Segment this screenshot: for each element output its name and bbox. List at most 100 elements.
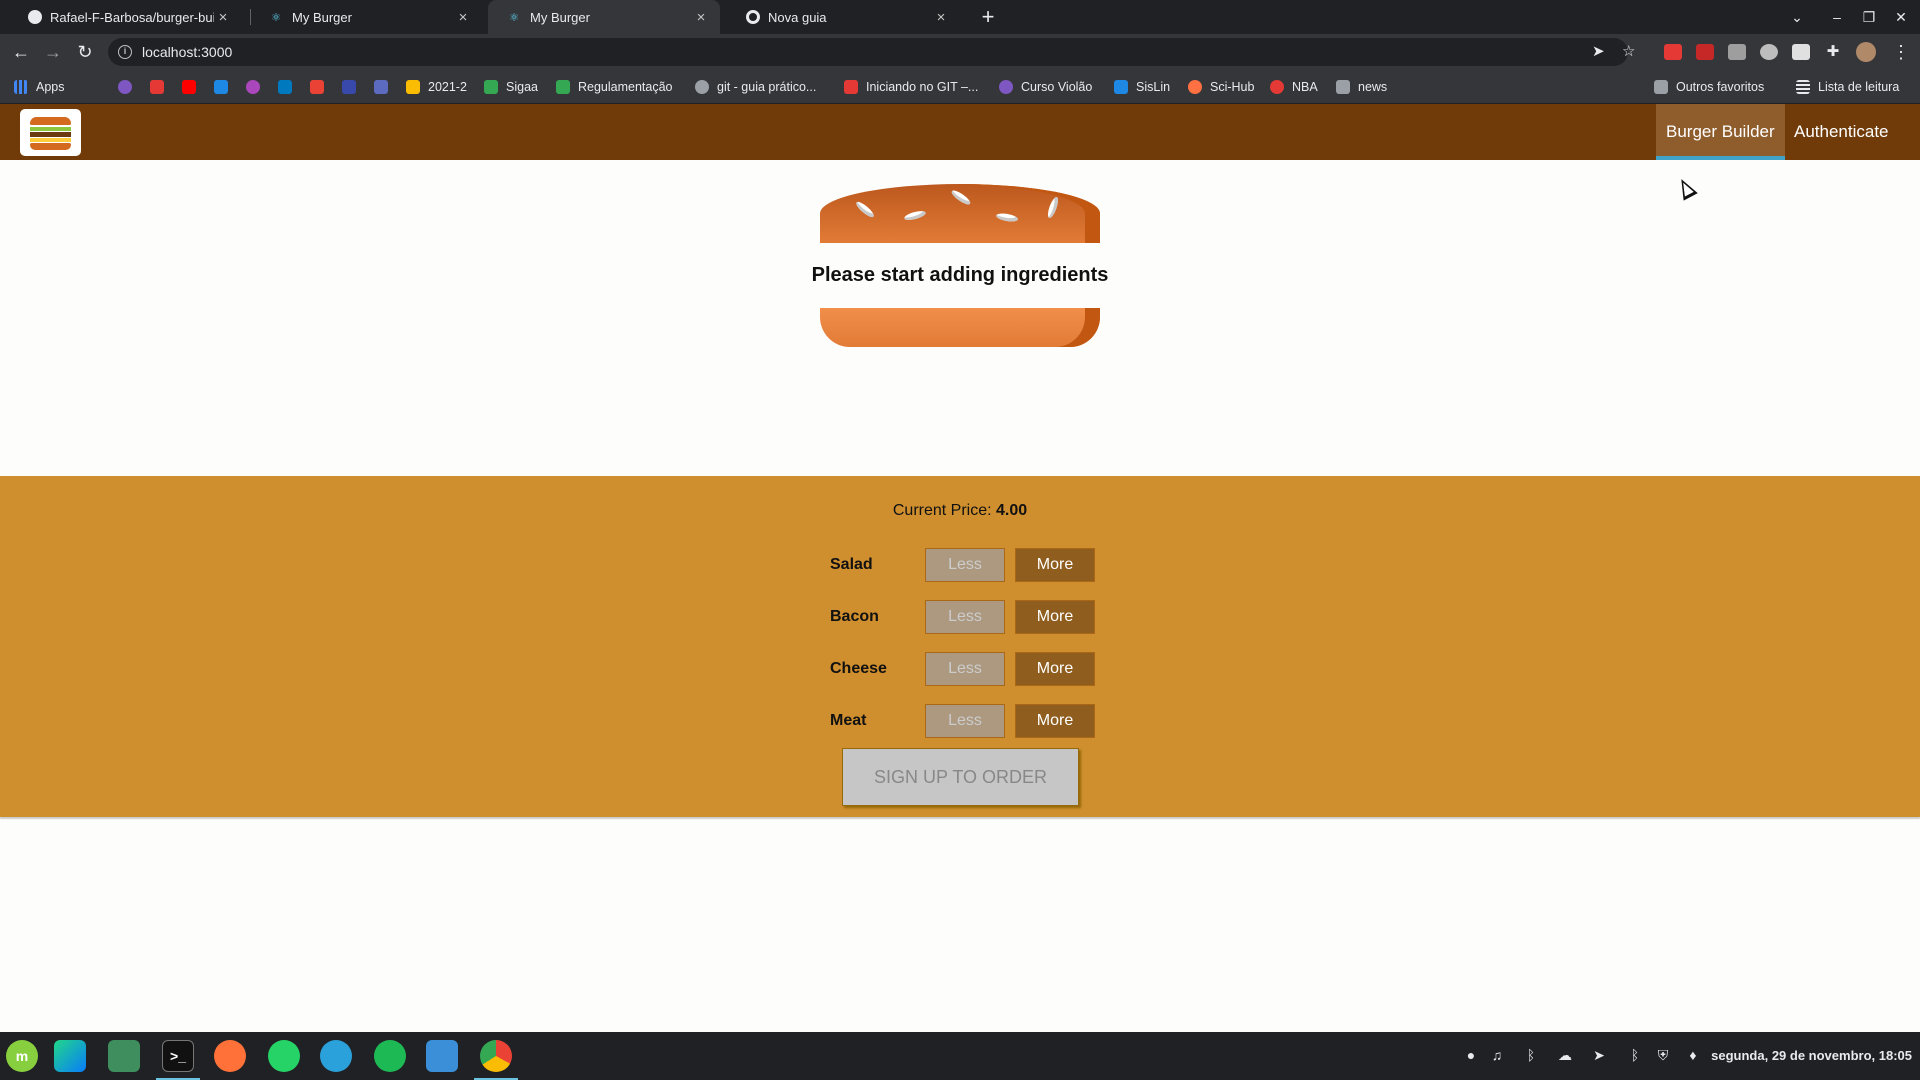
bookmark-news[interactable]: news (1336, 70, 1387, 104)
gmail-icon[interactable] (310, 80, 324, 94)
seed (1045, 195, 1061, 220)
bookmark-icon-5[interactable] (246, 80, 260, 94)
forward-icon[interactable]: → (38, 34, 68, 70)
tab-search-icon[interactable]: ⌄ (1780, 0, 1814, 34)
bluetooth-icon[interactable]: ᛒ (1522, 1046, 1540, 1064)
more-bacon-button[interactable]: More (1015, 600, 1095, 634)
more-cheese-button[interactable]: More (1015, 652, 1095, 686)
bookmark-2021-2[interactable]: 2021-2 (406, 70, 467, 104)
close-tab-icon[interactable]: × (454, 9, 472, 26)
star-icon (844, 80, 858, 94)
reload-icon[interactable]: ↻ (70, 34, 100, 70)
bookmark-sci-hub[interactable]: Sci-Hub (1188, 70, 1254, 104)
new-tab-button[interactable]: + (975, 4, 1001, 30)
bookmark-sislin[interactable]: SisLin (1114, 70, 1170, 104)
more-salad-button[interactable]: More (1015, 548, 1095, 582)
control-salad: Salad Less More (820, 548, 1100, 582)
outlook-icon[interactable] (214, 80, 228, 94)
bookmark-nba[interactable]: NBA (1270, 70, 1318, 104)
mint-menu-icon[interactable]: m (6, 1040, 38, 1072)
bookmark-icon-1[interactable] (118, 80, 132, 94)
sci-hub-icon (1188, 80, 1202, 94)
nba-icon (1270, 80, 1284, 94)
less-cheese-button[interactable]: Less (925, 652, 1005, 686)
restore-icon[interactable]: ❐ (1852, 0, 1886, 34)
control-meat: Meat Less More (820, 704, 1100, 738)
sign-up-to-order-button[interactable]: SIGN UP TO ORDER (842, 748, 1079, 806)
firefox-icon[interactable] (214, 1040, 246, 1072)
bookmark-star-icon[interactable]: ☆ (1622, 38, 1635, 66)
weather-icon[interactable]: ☁ (1556, 1046, 1574, 1064)
extension-red-icon[interactable] (1696, 44, 1714, 60)
tab-nova-guia[interactable]: Nova guia × (728, 0, 960, 34)
logo-bun-bottom (30, 143, 71, 150)
reading-list[interactable]: Lista de leitura (1796, 70, 1899, 104)
close-tab-icon[interactable]: × (214, 9, 232, 26)
teams-icon[interactable] (374, 80, 388, 94)
chrome-taskbar-icon[interactable] (480, 1040, 512, 1072)
security-icon[interactable]: ♦ (1684, 1046, 1702, 1064)
less-salad-button[interactable]: Less (925, 548, 1005, 582)
seed (949, 188, 973, 207)
extension-sci-icon[interactable] (1728, 44, 1746, 60)
tray-app-icon[interactable]: ● (1462, 1046, 1480, 1064)
bookmark-curso-violao[interactable]: Curso Violão (999, 70, 1092, 104)
telegram-tray-icon[interactable]: ➤ (1590, 1046, 1608, 1064)
terminal-icon[interactable]: >_ (162, 1040, 194, 1072)
ide-icon[interactable] (54, 1040, 86, 1072)
close-tab-icon[interactable]: × (692, 9, 710, 26)
site-info-icon[interactable]: i (118, 45, 132, 59)
logo-bun-top (30, 117, 71, 125)
github-icon (28, 10, 42, 24)
bookmark-git-guia[interactable]: git - guia prático... (695, 70, 816, 104)
bookmark-apps[interactable]: Apps (14, 70, 65, 104)
browser-tab-bar: Rafael-F-Barbosa/burger-buil × ⚛ My Burg… (0, 0, 1920, 34)
drive-icon (406, 80, 420, 94)
tab-my-burger-2[interactable]: ⚛ My Burger × (488, 0, 720, 34)
files-icon[interactable] (426, 1040, 458, 1072)
apps-grid-icon (14, 80, 28, 94)
more-meat-button[interactable]: More (1015, 704, 1095, 738)
extension-circle-icon[interactable] (1760, 44, 1778, 60)
shield-icon[interactable]: ⛨ (1654, 1046, 1672, 1064)
profile-avatar[interactable] (1856, 42, 1876, 62)
back-icon[interactable]: ← (6, 34, 36, 70)
close-window-icon[interactable]: ✕ (1884, 0, 1918, 34)
tab-github[interactable]: Rafael-F-Barbosa/burger-buil × (10, 0, 242, 34)
less-meat-button[interactable]: Less (925, 704, 1005, 738)
logo-cheese (30, 138, 71, 142)
bookmark-other-favorites[interactable]: Outros favoritos (1654, 70, 1764, 104)
taskbar-clock[interactable]: segunda, 29 de novembro, 18:05 (1711, 1032, 1912, 1080)
bluetooth-tray-icon[interactable]: ᛒ (1626, 1046, 1644, 1064)
ingredient-label: Salad (830, 556, 873, 573)
whatsapp-icon[interactable] (268, 1040, 300, 1072)
nav-burger-builder[interactable]: Burger Builder (1656, 104, 1785, 160)
telegram-icon[interactable] (320, 1040, 352, 1072)
settings-icon[interactable] (108, 1040, 140, 1072)
extensions-puzzle-icon[interactable]: ✚ (1818, 34, 1848, 70)
bookmark-icon-8[interactable] (342, 80, 356, 94)
send-icon[interactable]: ➤ (1592, 38, 1605, 66)
music-icon[interactable]: ♫ (1488, 1046, 1506, 1064)
bookmark-iniciando-git[interactable]: Iniciando no GIT –... (844, 70, 978, 104)
burger-logo[interactable] (20, 109, 81, 156)
trello-icon[interactable] (278, 80, 292, 94)
minimize-icon[interactable]: ‒ (1820, 0, 1854, 34)
bread-bottom (820, 308, 1100, 347)
spotify-icon[interactable] (374, 1040, 406, 1072)
less-bacon-button[interactable]: Less (925, 600, 1005, 634)
sigaa-icon (556, 80, 570, 94)
folder-icon (1654, 80, 1668, 94)
bookmark-sigaa[interactable]: Sigaa (484, 70, 538, 104)
bookmark-regulamentacao[interactable]: Regulamentação (556, 70, 673, 104)
address-bar[interactable]: i localhost:3000 ➤ ☆ (108, 38, 1635, 66)
bookmark-icon-2[interactable] (150, 80, 164, 94)
nav-authenticate[interactable]: Authenticate (1784, 104, 1899, 160)
close-tab-icon[interactable]: × (932, 9, 950, 26)
extension-square-icon[interactable] (1792, 44, 1810, 60)
youtube-icon[interactable] (182, 80, 196, 94)
empty-ingredients-message: Please start adding ingredients (811, 264, 1109, 286)
menu-kebab-icon[interactable]: ⋮ (1886, 34, 1916, 70)
extension-tp-icon[interactable] (1664, 44, 1682, 60)
tab-my-burger-1[interactable]: ⚛ My Burger × (250, 0, 482, 34)
